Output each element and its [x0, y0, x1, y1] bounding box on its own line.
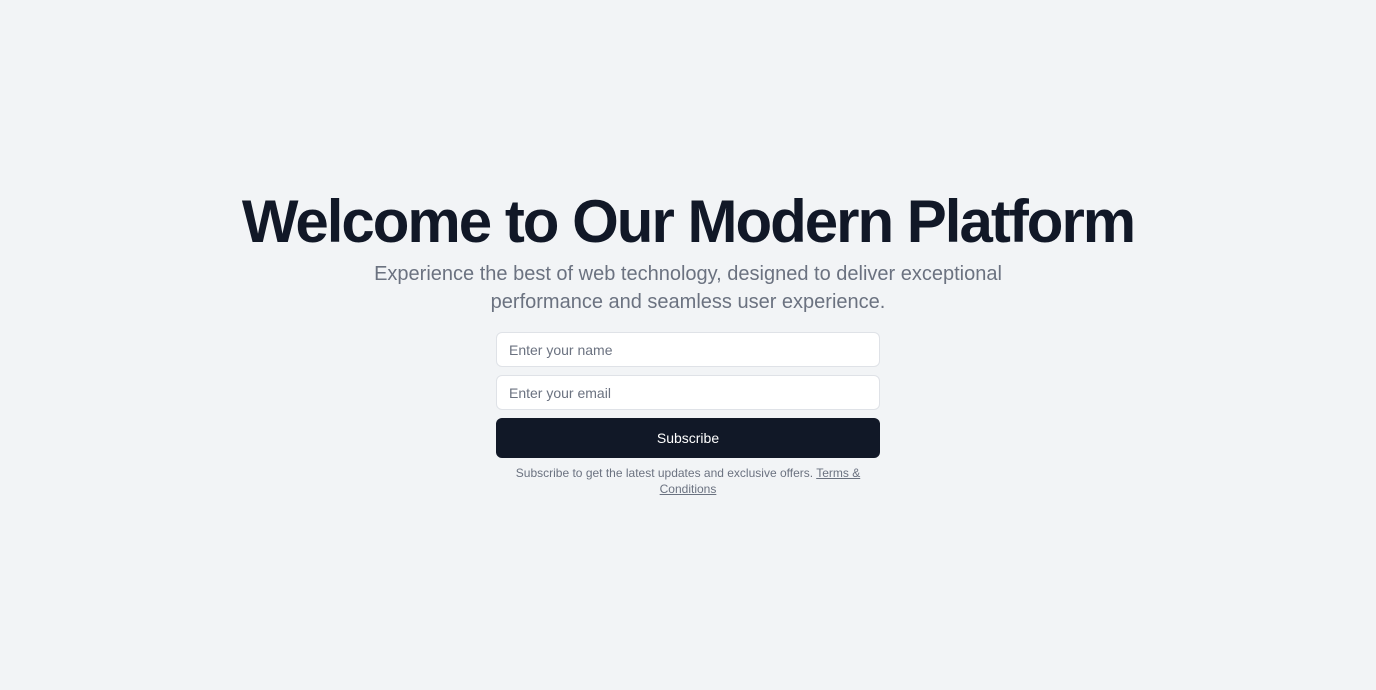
hero-section: Welcome to Our Modern Platform Experienc…: [0, 0, 1376, 690]
subscribe-note: Subscribe to get the latest updates and …: [496, 465, 880, 497]
email-input[interactable]: [496, 375, 880, 410]
subscribe-note-text: Subscribe to get the latest updates and …: [515, 466, 814, 480]
page-subtitle: Experience the best of web technology, d…: [374, 263, 1002, 313]
subscribe-button[interactable]: Subscribe: [496, 418, 880, 458]
page-title: Welcome to Our Modern Platform: [241, 188, 1136, 255]
name-input[interactable]: [496, 332, 880, 367]
subscribe-form: Subscribe: [496, 332, 880, 458]
